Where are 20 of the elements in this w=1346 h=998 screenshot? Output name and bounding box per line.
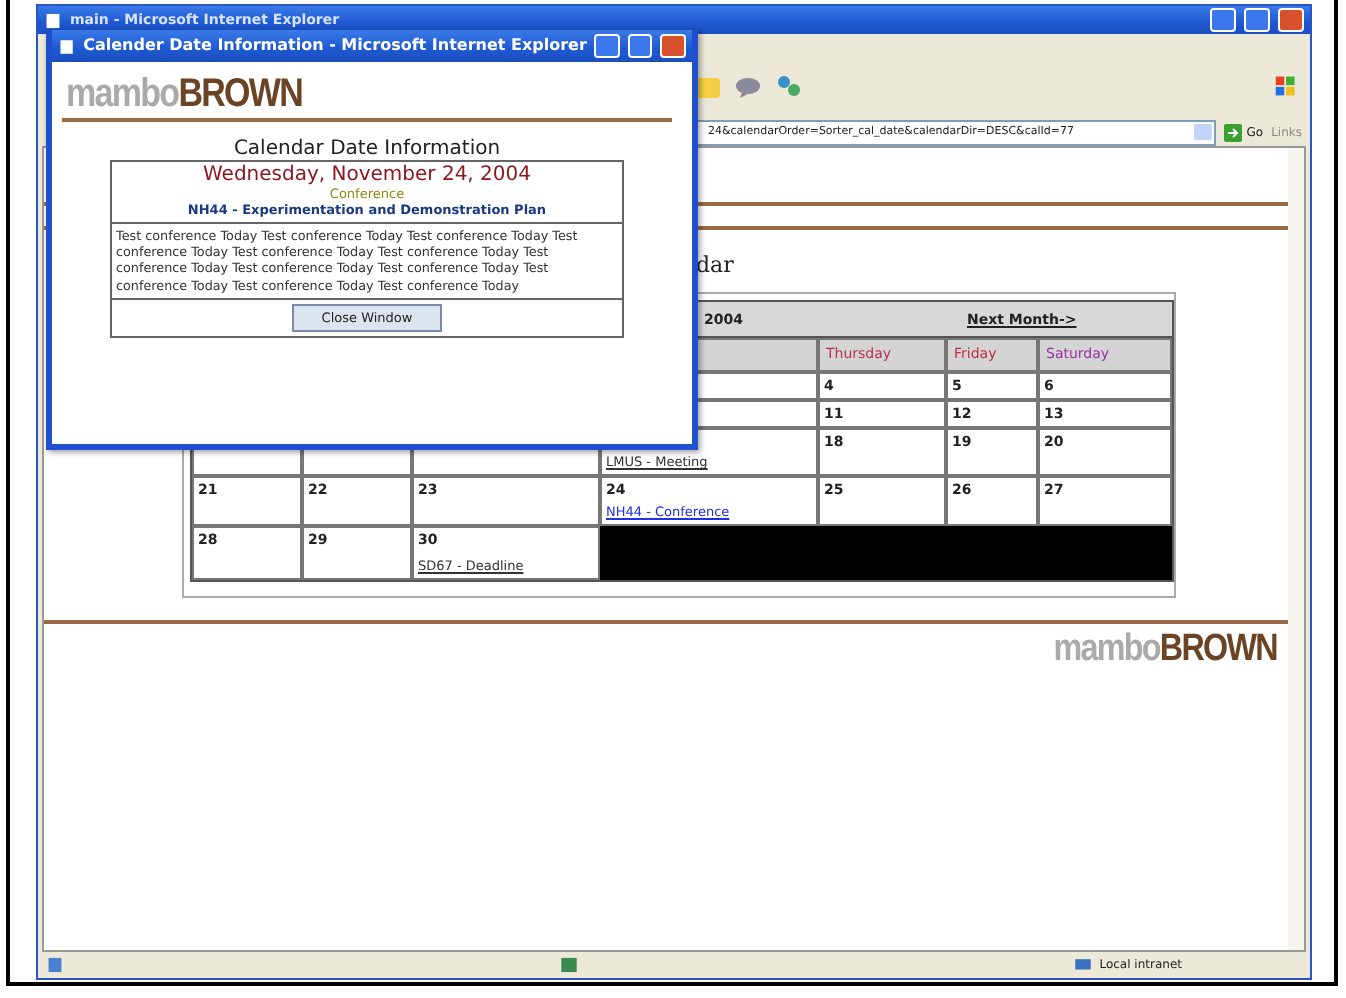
minimize-button[interactable]: [1210, 8, 1236, 32]
network-icon: [1073, 956, 1092, 974]
scrollbar[interactable]: [1288, 148, 1304, 950]
minimize-button[interactable]: [594, 34, 620, 58]
refresh-icon: [559, 956, 578, 974]
people-icon[interactable]: [774, 73, 802, 99]
page-heading: dar: [696, 252, 734, 278]
logo-text: mamboBROWN: [66, 74, 303, 114]
folder-icon[interactable]: [694, 73, 722, 99]
maximize-button[interactable]: [1244, 8, 1270, 32]
windows-logo-icon: [1274, 74, 1298, 98]
popup-heading: Calendar Date Information: [233, 138, 501, 160]
event-date: Wednesday, November 24, 2004: [203, 164, 531, 186]
chat-icon[interactable]: [734, 73, 762, 99]
page-icon: [46, 956, 64, 974]
close-button[interactable]: [1278, 8, 1304, 32]
logo-text: mamboBROWN: [1052, 630, 1276, 668]
window-title: Calender Date Information - Microsoft Internet Explorer: [83, 38, 587, 54]
close-button[interactable]: [660, 34, 687, 58]
maximize-button[interactable]: [627, 34, 653, 58]
